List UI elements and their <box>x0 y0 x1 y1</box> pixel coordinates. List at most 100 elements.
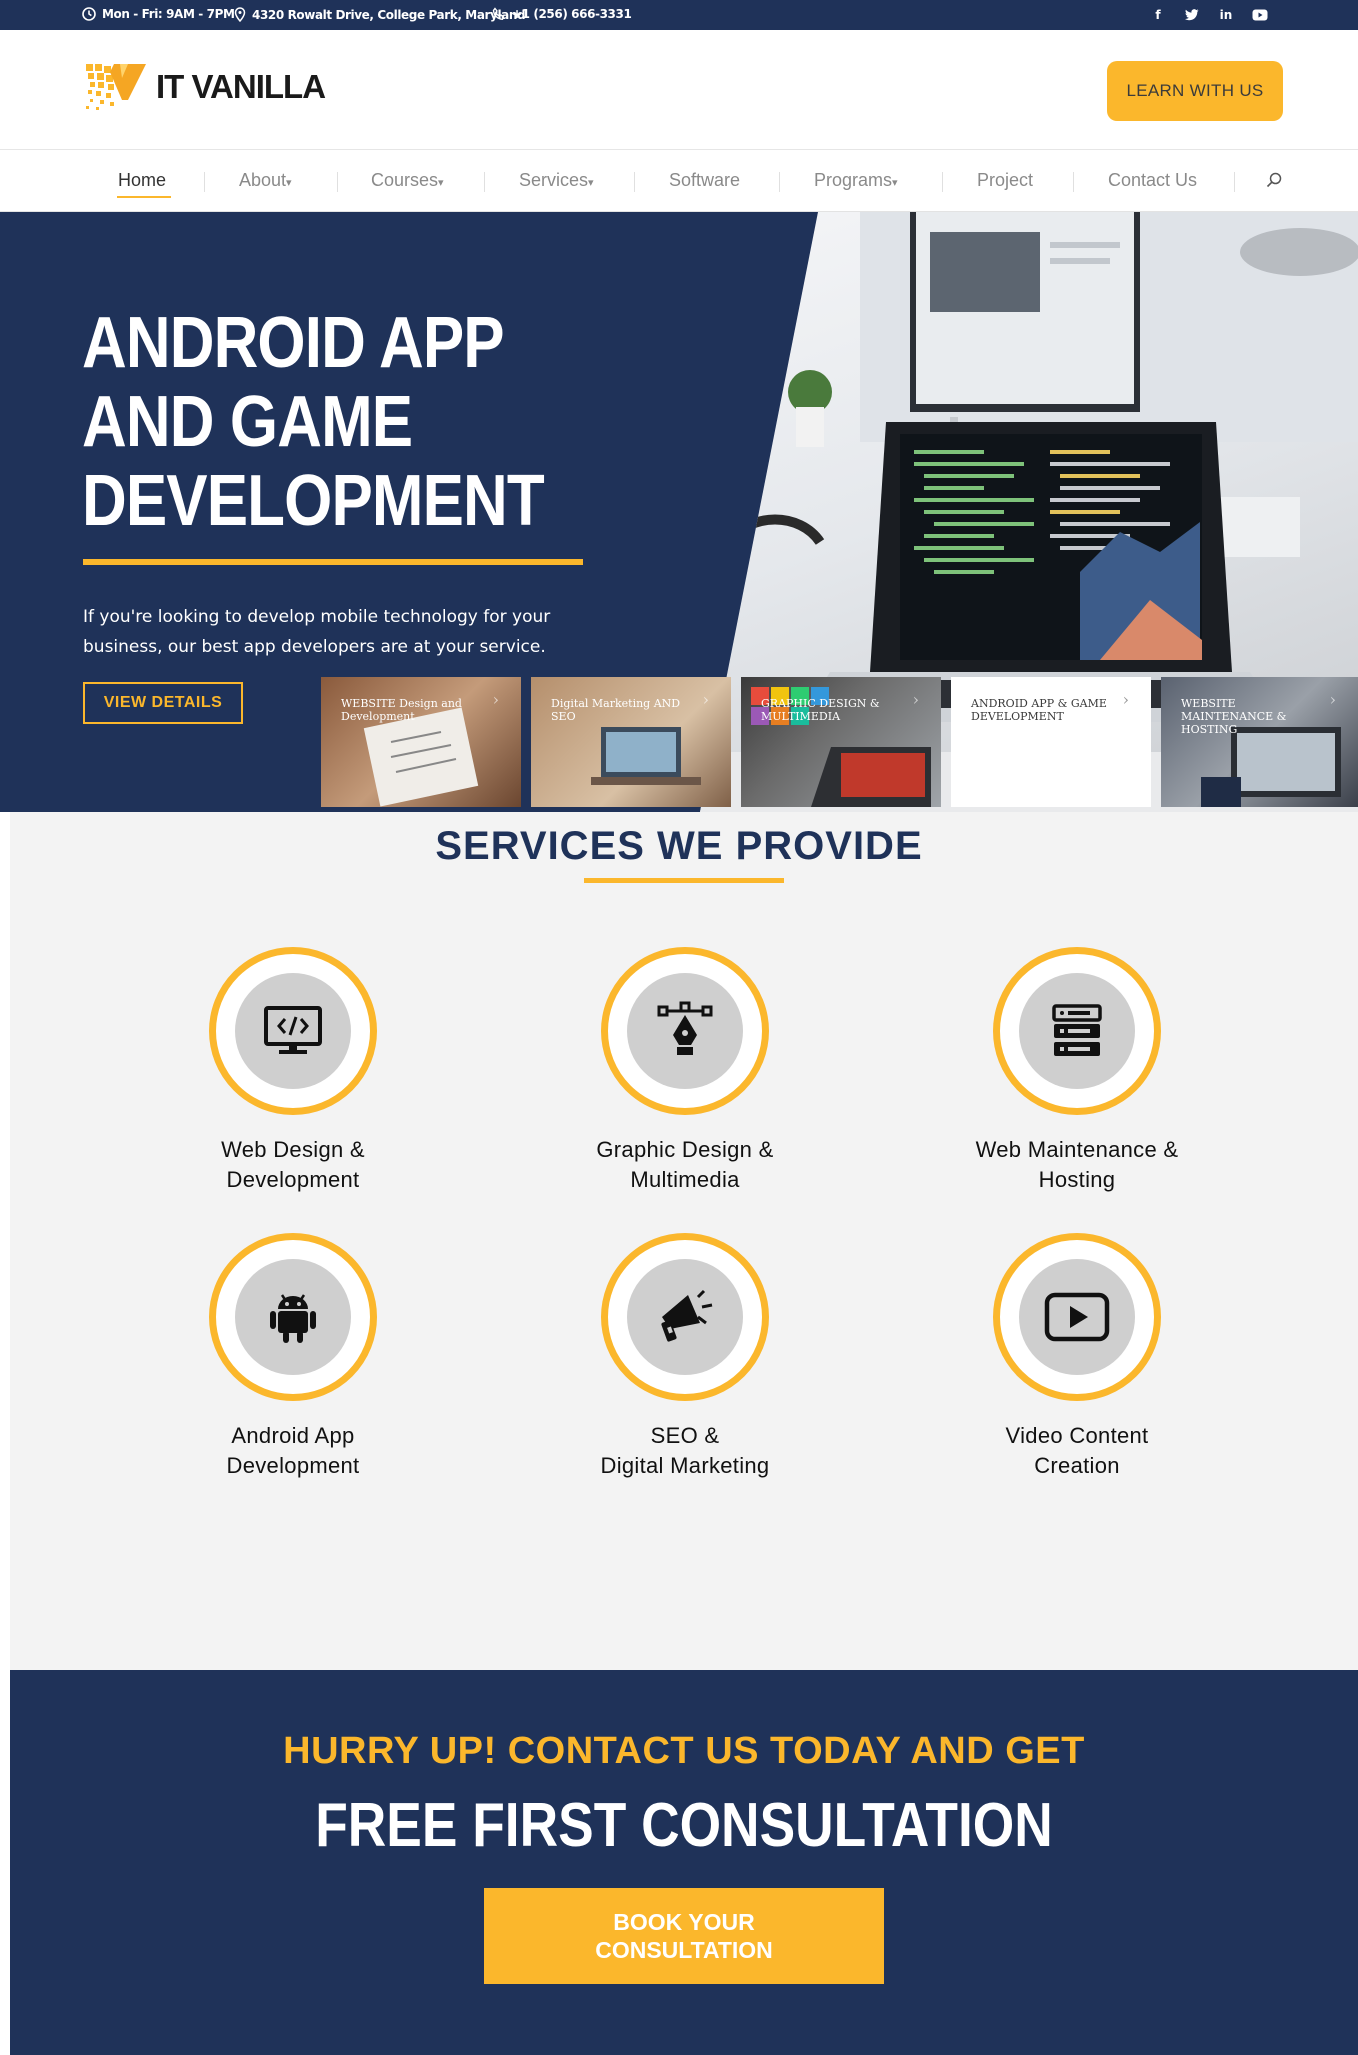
slide-caption: ANDROID APP & GAME DEVELOPMENT <box>971 697 1107 723</box>
chevron-down-icon: ▾ <box>438 177 444 189</box>
nav-item-contact-us[interactable]: Contact Us <box>1108 170 1197 191</box>
nav-item-courses[interactable]: Courses▾ <box>371 170 444 191</box>
consultation-cta: HURRY UP! CONTACT US TODAY AND GET FREE … <box>10 1670 1358 2055</box>
phone-text: +1 (256) 666-3331 <box>512 7 632 21</box>
hero-slide-thumbnails: WEBSITE Design and Development › Digital… <box>321 677 1358 807</box>
services-title-underline <box>584 878 784 883</box>
top-bar: Mon - Fri: 9AM - 7PM 4320 Rowalt Drive, … <box>0 0 1358 30</box>
service-icon-ring <box>601 1233 769 1401</box>
hero-title: ANDROID APP AND GAME DEVELOPMENT <box>82 303 545 541</box>
slide-thumb-web-design[interactable]: WEBSITE Design and Development › <box>321 677 521 807</box>
slide-caption: Digital Marketing AND SEO <box>551 697 681 723</box>
address-text: 4320 Rowalt Drive, College Park, Marylan… <box>252 7 526 22</box>
service-label-line1: Web Design & <box>221 1137 365 1162</box>
service-label-line1: Android App <box>231 1423 355 1448</box>
book-consultation-button[interactable]: BOOK YOUR CONSULTATION <box>484 1888 884 1984</box>
slide-thumb-graphic-design[interactable]: GRAPHIC DESIGN & MULTIMEDIA › <box>741 677 941 807</box>
android-icon <box>270 1294 316 1343</box>
nav-item-home[interactable]: Home <box>118 170 166 191</box>
service-card-web-design[interactable]: Web Design & Development <box>143 947 443 1195</box>
nav-divider <box>942 172 943 192</box>
nav-divider <box>634 172 635 192</box>
cta-headline: HURRY UP! CONTACT US TODAY AND GET <box>283 1730 1085 1772</box>
cta-subheadline: FREE FIRST CONSULTATION <box>315 1791 1053 1860</box>
slide-caption: WEBSITE MAINTENANCE & HOSTING <box>1181 697 1287 736</box>
nav-label: Contact Us <box>1108 170 1198 190</box>
service-label-line2: Development <box>226 1453 360 1478</box>
nav-label: Services <box>519 170 589 190</box>
nav-divider <box>337 172 338 192</box>
map-pin-icon <box>234 7 246 22</box>
service-card-video-content[interactable]: Video Content Creation <box>927 1233 1227 1481</box>
service-card-web-maintenance[interactable]: Web Maintenance & Hosting <box>927 947 1227 1195</box>
view-details-button[interactable]: VIEW DETAILS <box>83 682 243 724</box>
nav-label: Software <box>669 170 741 190</box>
nav-label: Programs <box>814 170 893 190</box>
nav-label: Project <box>977 170 1034 190</box>
hero-title-underline <box>83 559 583 565</box>
slide-thumb-digital-marketing[interactable]: Digital Marketing AND SEO › <box>531 677 731 807</box>
service-icon-ring <box>993 1233 1161 1401</box>
site-logo[interactable]: IT VANILLA <box>84 60 326 114</box>
nav-divider <box>204 172 205 192</box>
service-label-line1: SEO & <box>650 1423 720 1448</box>
service-label-line2: Creation <box>1034 1453 1120 1478</box>
chevron-down-icon: ▾ <box>286 177 292 189</box>
nav-item-programs[interactable]: Programs▾ <box>814 170 898 191</box>
service-label-line1: Video Content <box>1005 1423 1149 1448</box>
slide-thumb-website-maintenance[interactable]: WEBSITE MAINTENANCE & HOSTING › <box>1161 677 1358 807</box>
chevron-right-icon: › <box>1122 690 1129 709</box>
service-label-line2: Development <box>226 1167 360 1192</box>
phone-info[interactable]: +1 (256) 666-3331 <box>492 7 632 21</box>
hero-description: If you're looking to develop mobile tech… <box>83 607 551 657</box>
service-icon-ring <box>993 947 1161 1115</box>
hours-text: Mon - Fri: 9AM - 7PM <box>102 7 235 21</box>
code-monitor-icon <box>264 1006 322 1054</box>
service-card-graphic-design[interactable]: Graphic Design & Multimedia <box>535 947 835 1195</box>
hours-info: Mon - Fri: 9AM - 7PM <box>82 7 235 21</box>
nav-item-about[interactable]: About▾ <box>239 170 292 191</box>
social-links: f in <box>1148 6 1270 24</box>
services-title: SERVICES WE PROVIDE <box>435 824 923 868</box>
chevron-down-icon: ▾ <box>588 177 594 189</box>
pen-tool-icon <box>657 1001 713 1055</box>
slide-caption: WEBSITE Design and Development <box>341 697 462 723</box>
chevron-right-icon: › <box>1329 690 1336 709</box>
play-icon <box>1044 1292 1110 1342</box>
facebook-icon[interactable]: f <box>1148 6 1168 24</box>
learn-with-us-button[interactable]: LEARN WITH US <box>1107 61 1283 121</box>
book-button-line2: CONSULTATION <box>595 1937 773 1963</box>
service-label-line1: Web Maintenance & <box>975 1137 1179 1162</box>
nav-active-underline <box>117 196 171 198</box>
search-icon[interactable] <box>1266 172 1282 193</box>
chevron-right-icon: › <box>492 690 499 709</box>
nav-label: About <box>239 170 287 190</box>
nav-item-project[interactable]: Project <box>977 170 1033 191</box>
twitter-icon[interactable] <box>1182 6 1202 24</box>
book-button-line1: BOOK YOUR <box>613 1909 755 1935</box>
logo-mark-icon <box>86 64 146 110</box>
slide-caption: GRAPHIC DESIGN & MULTIMEDIA <box>761 697 880 723</box>
chevron-down-icon: ▾ <box>892 177 898 189</box>
slide-thumb-android-app[interactable]: ANDROID APP & GAME DEVELOPMENT › <box>951 677 1151 807</box>
logo-text: IT VANILLA <box>156 68 326 105</box>
nav-item-services[interactable]: Services▾ <box>519 170 594 191</box>
nav-divider <box>779 172 780 192</box>
service-icon-ring <box>209 947 377 1115</box>
nav-divider <box>484 172 485 192</box>
site-header: IT VANILLA LEARN WITH US <box>0 30 1358 150</box>
nav-label: Courses <box>371 170 439 190</box>
service-card-android-app[interactable]: Android App Development <box>143 1233 443 1481</box>
service-label-line2: Multimedia <box>630 1167 740 1192</box>
nav-item-software[interactable]: Software <box>669 170 740 191</box>
main-nav: Home About▾ Courses▾ Services▾ Software … <box>0 150 1358 212</box>
server-icon <box>1052 1004 1102 1056</box>
youtube-icon[interactable] <box>1250 6 1270 24</box>
service-label-line2: Digital Marketing <box>600 1453 770 1478</box>
linkedin-icon[interactable]: in <box>1216 6 1236 24</box>
service-card-seo[interactable]: SEO & Digital Marketing <box>535 1233 835 1481</box>
address-info: 4320 Rowalt Drive, College Park, Marylan… <box>234 7 526 22</box>
nav-divider <box>1073 172 1074 192</box>
chevron-right-icon: › <box>702 690 709 709</box>
chevron-right-icon: › <box>912 690 919 709</box>
